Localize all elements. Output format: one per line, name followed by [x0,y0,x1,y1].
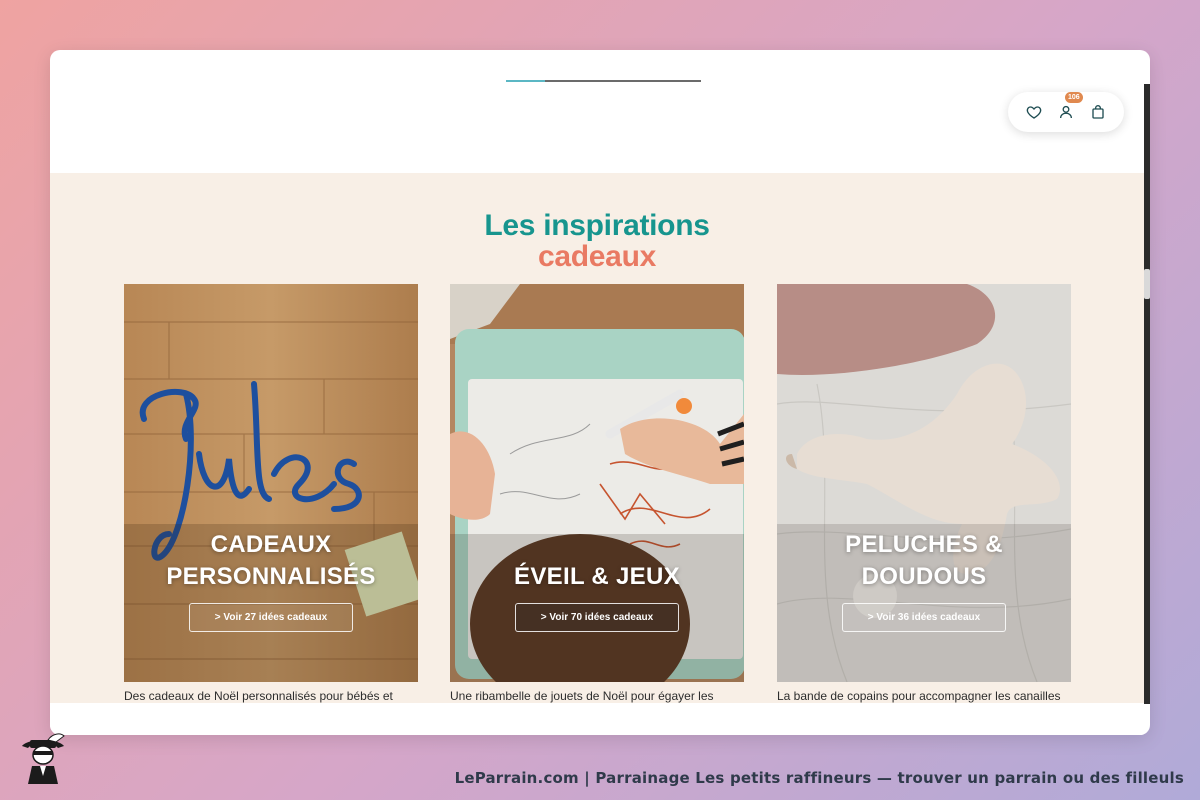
card-title-line1: CADEAUX [210,531,332,558]
card-play-and-games[interactable]: ÉVEIL & JEUX > Voir 70 idées cadeaux [450,284,744,682]
section-title-line1: Les inspirations [484,209,710,242]
user-icon[interactable]: 106 [1055,92,1083,123]
scroll-progress-fill [506,80,545,82]
scrollbar-thumb[interactable] [1144,269,1150,299]
card-title-line2: PERSONNALISÉS [166,563,376,590]
header-icon-group: 106 [1008,92,1124,132]
browser-window: 106 Les inspirations cadeaux CADEAUX PER… [50,50,1150,735]
card-plush-toys[interactable]: PELUCHES & DOUDOUS > Voir 36 idées cadea… [777,284,1071,682]
footer-caption: LeParrain.com | Parrainage Les petits ra… [454,769,1184,787]
card-personalized-gifts[interactable]: CADEAUX PERSONNALISÉS > Voir 27 idées ca… [124,284,418,682]
card-description: Des cadeaux de Noël personnalisés pour b… [124,689,393,703]
gift-inspirations-section: Les inspirations cadeaux CADEAUX PERSONN… [50,173,1144,703]
account-badge: 106 [1065,92,1083,103]
view-gifts-button[interactable]: > Voir 36 idées cadeaux [842,603,1006,632]
view-gifts-button[interactable]: > Voir 70 idées cadeaux [515,603,679,632]
card-title-line2: DOUDOUS [861,563,987,590]
section-title-line2: cadeaux [538,240,656,273]
leparrain-mascot-logo [22,733,65,784]
scrollbar[interactable] [1144,84,1150,704]
card-title-line2: ÉVEIL & JEUX [514,563,680,590]
scroll-progress-bar [506,80,701,82]
shopping-bag-icon[interactable] [1087,101,1109,123]
card-description: Une ribambelle de jouets de Noël pour ég… [450,689,714,703]
heart-icon[interactable] [1023,101,1045,123]
card-description: La bande de copains pour accompagner les… [777,689,1061,703]
section-title: Les inspirations cadeaux [50,210,1144,272]
view-gifts-button[interactable]: > Voir 27 idées cadeaux [189,603,353,632]
bottom-strip [50,703,1144,735]
card-title-line1: PELUCHES & [845,531,1003,558]
